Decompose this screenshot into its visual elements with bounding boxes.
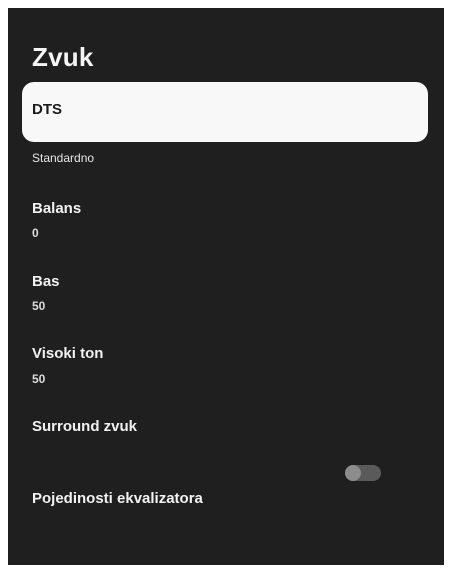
treble-label: Visoki ton [32,345,104,362]
dts-value: Standardno [32,151,95,165]
balance-value: 0 [32,226,39,240]
bass-value: 50 [32,299,46,313]
surround-toggle[interactable] [345,465,381,481]
balance-label: Balans [32,200,82,217]
sound-settings-panel: Zvuk DTS Standardno Balans 0 Bas 50 Viso… [8,8,444,565]
equalizer-label: Pojedinosti ekvalizatora [32,490,203,507]
dts-item[interactable]: DTS [22,82,428,142]
toggle-knob [345,465,361,481]
page-title: Zvuk [32,42,94,72]
surround-label: Surround zvuk [32,418,138,435]
treble-value: 50 [32,372,46,386]
dts-label: DTS [32,101,62,118]
bass-label: Bas [32,273,60,290]
